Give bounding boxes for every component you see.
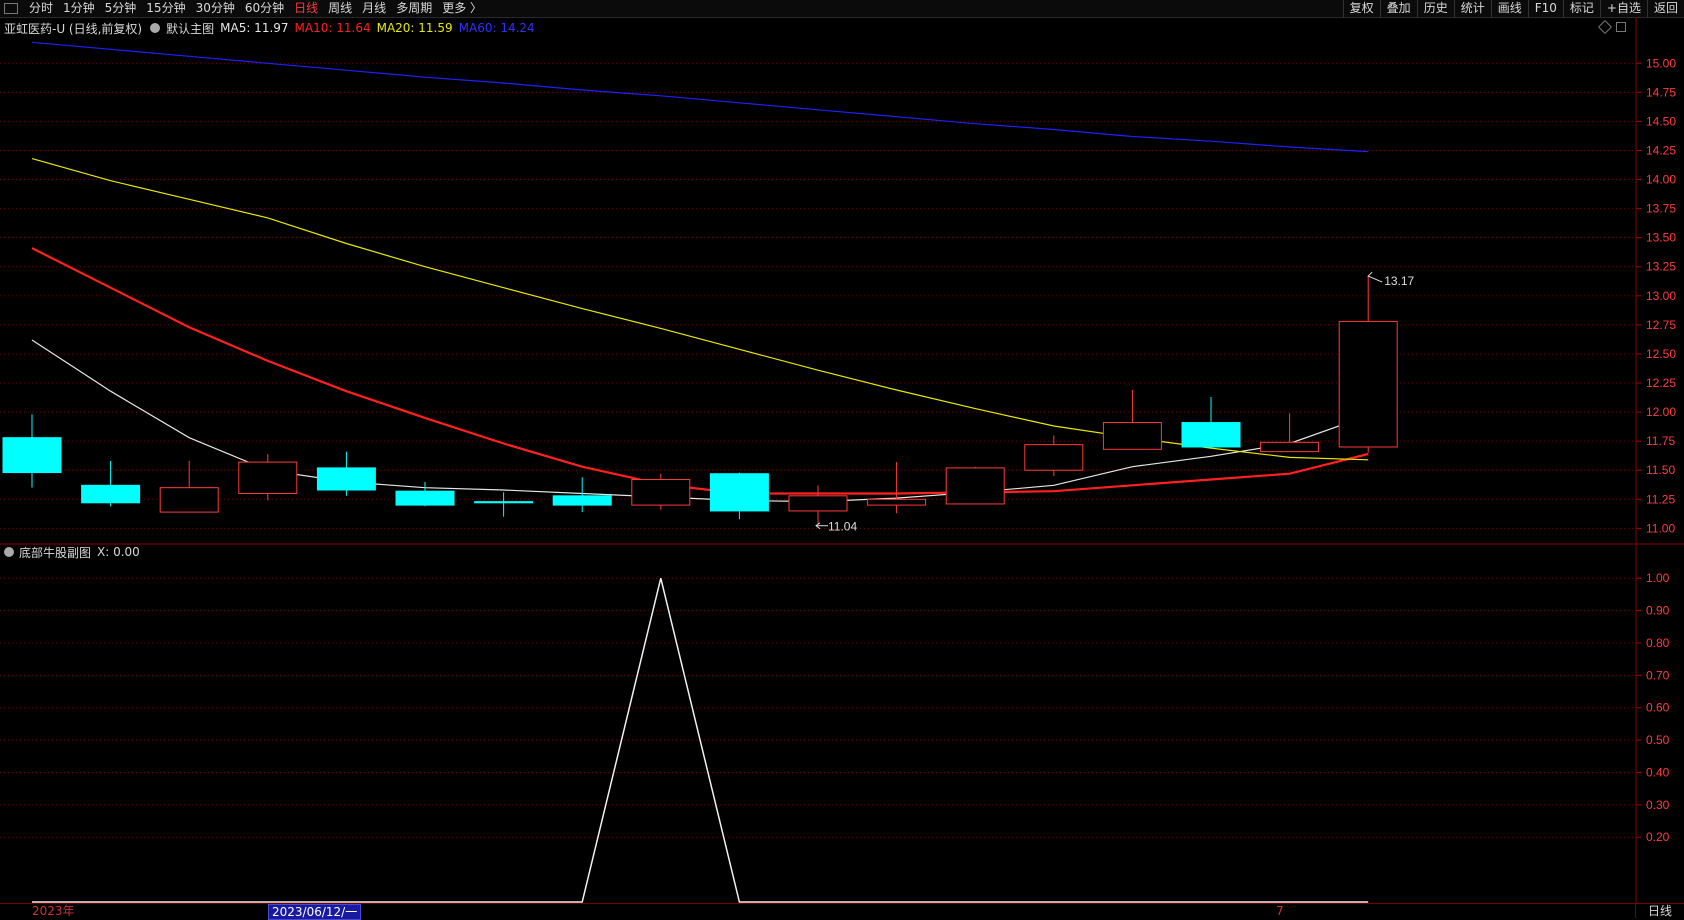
main-tick-label: 14.00 [1646, 173, 1676, 187]
ma5-value: MA5: 11.97 [220, 21, 289, 35]
sub-tick-label: 0.40 [1646, 765, 1670, 779]
sub-settings-icon[interactable] [4, 547, 14, 557]
candle-body [1338, 320, 1398, 448]
sub-indicator-name[interactable]: 底部牛股副图 [19, 544, 91, 561]
candle-body [1181, 422, 1241, 448]
ma-line-ma5 [31, 339, 1369, 503]
candle-body [867, 498, 927, 506]
main-tick-label: 12.75 [1646, 318, 1676, 332]
main-tick-label: 12.50 [1646, 347, 1676, 361]
main-tick-label: 13.25 [1646, 260, 1676, 274]
kline-chart-svg[interactable]: 15.00 14.75 14.50 14.25 14.00 13.75 13.50 13.25… [0, 0, 1684, 917]
main-tick-label: 12.25 [1646, 376, 1676, 390]
main-tick-label: 11.50 [1646, 463, 1675, 477]
candle-body [238, 461, 298, 494]
year-label: 2023年 [32, 904, 75, 918]
candle-body [316, 467, 376, 491]
ma10-value: MA10: 11.64 [294, 21, 371, 35]
maximize-icon[interactable] [1616, 22, 1626, 32]
high-arrow [1367, 271, 1383, 283]
main-tick-label: 13.75 [1646, 202, 1676, 216]
diamond-icon[interactable] [1597, 19, 1613, 35]
main-tick-label: 14.75 [1646, 85, 1676, 99]
candle-body [81, 484, 141, 504]
sub-tick-label: 0.20 [1646, 830, 1670, 844]
main-tick-label: 12.00 [1646, 405, 1676, 419]
candle-body [1102, 422, 1162, 450]
sub-tick-label: 0.60 [1646, 701, 1670, 715]
month-label: 7 [1276, 904, 1284, 918]
candle-body [474, 501, 534, 504]
sub-tick-label: 0.90 [1646, 604, 1670, 618]
main-tick-label: 11.75 [1646, 434, 1675, 448]
sub-tick-label: 0.30 [1646, 798, 1670, 812]
high-label: 13.17 [1384, 274, 1414, 288]
candle-body [552, 495, 612, 506]
period-label[interactable]: 日线 [1635, 904, 1684, 918]
stock-title[interactable]: 亚虹医药-U (日线,前复权) [4, 20, 142, 37]
main-tick-label: 14.25 [1646, 143, 1676, 157]
candle-body [1024, 444, 1084, 471]
template-name[interactable]: 默认主图 [166, 20, 214, 37]
sub-tick-label: 0.70 [1646, 668, 1670, 682]
main-tick-label: 13.50 [1646, 231, 1676, 245]
sub-tick-label: 1.00 [1646, 571, 1670, 585]
sub-tick-label: 0.50 [1646, 733, 1670, 747]
main-tick-label: 11.00 [1646, 521, 1675, 535]
sub-x-value: X: 0.00 [97, 545, 140, 559]
panel-icons [1597, 19, 1626, 35]
candle-body [159, 487, 219, 513]
main-tick-label: 15.00 [1646, 56, 1676, 70]
low-label: 11.04 [828, 520, 857, 534]
candle-body [1260, 441, 1320, 453]
main-tick-label: 11.25 [1646, 492, 1675, 506]
sub-legend: 底部牛股副图 X: 0.00 [4, 543, 140, 561]
candle-body [788, 495, 848, 512]
candle-body [2, 437, 62, 474]
ma-line-ma20 [31, 158, 1369, 461]
main-tick-label: 14.50 [1646, 114, 1676, 128]
main-tick-label: 13.00 [1646, 289, 1676, 303]
ma-line-ma10 [31, 247, 1369, 495]
candle-body [395, 490, 455, 506]
cursor-date: 2023/06/12/一 [268, 904, 362, 920]
settings-icon[interactable] [150, 23, 161, 33]
ma-line-ma60 [31, 41, 1369, 153]
chart-area[interactable]: 15.00 14.75 14.50 14.25 14.00 13.75 13.50 13.25… [0, 0, 1684, 917]
sub-tick-label: 0.80 [1646, 636, 1670, 650]
candle-body [945, 467, 1005, 505]
main-legend: 亚虹医药-U (日线,前复权) 默认主图 MA5: 11.97 MA10: 11… [4, 19, 541, 37]
candle-body [709, 473, 769, 512]
candle-body [631, 479, 691, 506]
ma20-value: MA20: 11.59 [376, 21, 453, 35]
date-axis: 2023年 2023/06/12/一 7 日线 [0, 903, 1684, 920]
ma60-value: MA60: 14.24 [458, 21, 535, 35]
